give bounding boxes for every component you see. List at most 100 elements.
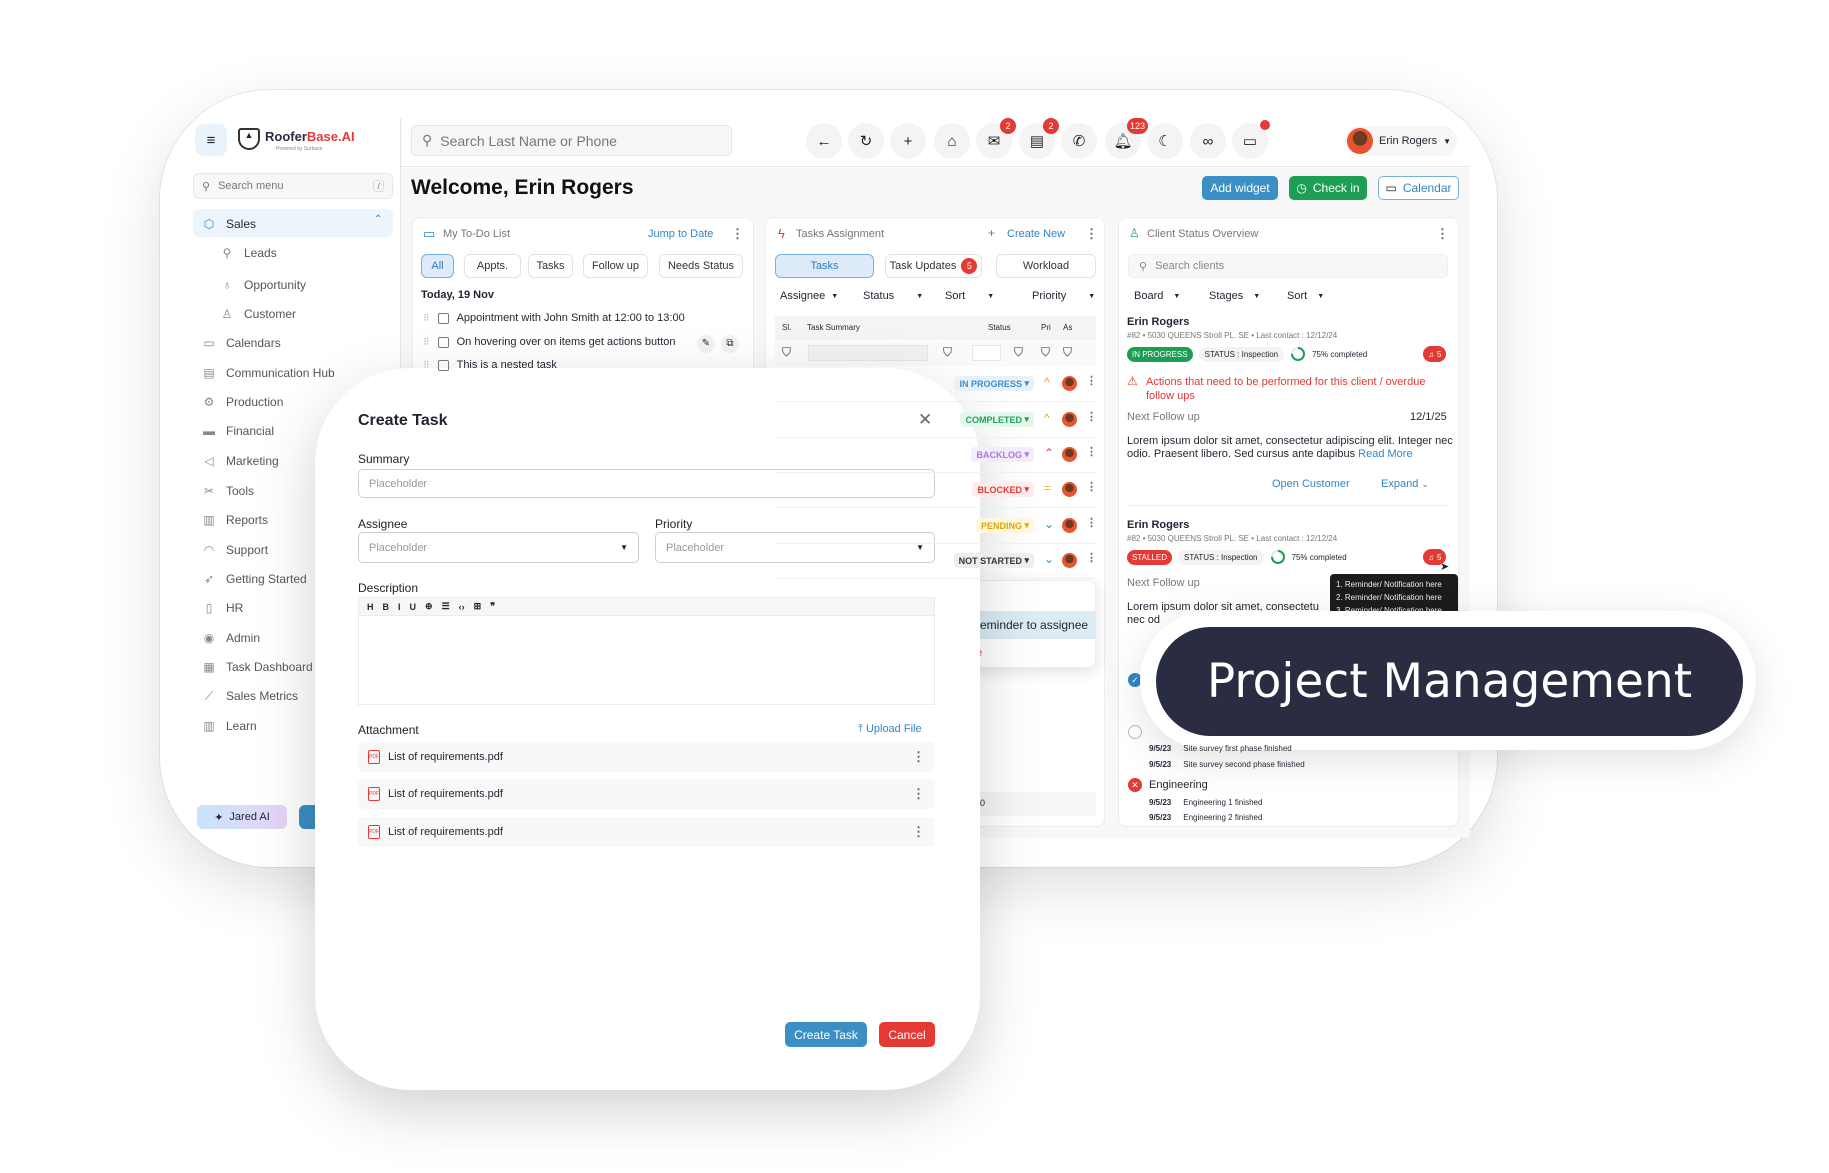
sidebar-item-tools[interactable]: ✂ Tools xyxy=(202,481,254,501)
heading-icon[interactable]: H xyxy=(367,602,374,612)
drag-handle-icon[interactable]: ⠿ xyxy=(423,337,430,348)
home-button[interactable]: ⌂ xyxy=(934,123,970,159)
summary-filter-input[interactable] xyxy=(808,345,928,361)
status-dropdown[interactable]: IN PROGRESS ▾ xyxy=(954,376,1034,391)
sidebar-item-getting-started[interactable]: ➶ Getting Started xyxy=(202,569,307,589)
attachment-item[interactable]: PDF List of requirements.pdf ⋮ xyxy=(358,817,935,847)
glasses-button[interactable]: ∞ xyxy=(1190,123,1226,159)
status-dropdown[interactable]: BLOCKED ▾ xyxy=(972,482,1034,497)
alerts-badge[interactable]: ♫ 5 xyxy=(1423,549,1447,565)
add-widget-button[interactable]: Add widget xyxy=(1202,176,1278,200)
read-more-link[interactable]: Read More xyxy=(1358,448,1412,460)
phone-button[interactable]: ✆ xyxy=(1061,123,1097,159)
more-icon[interactable]: ⋮ xyxy=(1436,226,1449,242)
filter-chip[interactable]: Needs Status xyxy=(659,254,743,278)
more-icon[interactable]: ⋮ xyxy=(1086,410,1097,423)
more-icon[interactable]: ⋮ xyxy=(912,786,925,802)
filter-icon[interactable]: ⛉ xyxy=(943,345,952,360)
more-icon[interactable]: ⋮ xyxy=(1086,374,1097,387)
check-in-button[interactable]: ◷ Check in xyxy=(1289,176,1367,200)
menu-toggle-icon[interactable]: ≡ xyxy=(195,124,227,156)
status-dropdown[interactable]: COMPLETED ▾ xyxy=(960,412,1034,427)
link-icon[interactable]: ⊕ xyxy=(425,601,433,612)
assignee-select[interactable]: Placeholder ▼ xyxy=(358,532,639,563)
sidebar-item-production[interactable]: ⚙ Production xyxy=(202,392,284,412)
sidebar-item-opportunity[interactable]: ♁ Opportunity xyxy=(220,275,307,295)
sidebar-item-sales-metrics[interactable]: ⟋ Sales Metrics xyxy=(202,686,298,706)
global-search-input[interactable]: ⚲ Search Last Name or Phone xyxy=(411,125,732,156)
open-external-icon[interactable]: ⧉ xyxy=(721,335,739,353)
status-dropdown[interactable]: NOT STARTED ▾ xyxy=(953,553,1034,568)
sidebar-item-sales[interactable]: ⬡ Sales xyxy=(202,214,256,234)
more-icon[interactable]: ⋮ xyxy=(912,824,925,840)
more-icon[interactable]: ⋮ xyxy=(912,749,925,765)
edit-icon[interactable]: ✎ xyxy=(697,335,715,353)
filter-icon[interactable]: ⛉ xyxy=(1014,345,1023,360)
filter-chip[interactable]: All xyxy=(421,254,454,278)
sidebar-item-hr[interactable]: ▯ HR xyxy=(202,598,244,618)
client-search-input[interactable]: ⚲ Search clients xyxy=(1128,254,1448,278)
filter-dropdown[interactable]: Board ▼ xyxy=(1134,290,1180,302)
moon-button[interactable]: ☾ xyxy=(1147,123,1183,159)
sidebar-item-customer[interactable]: ♙ Customer xyxy=(220,304,296,324)
filter-dropdown[interactable]: Assignee ▼ xyxy=(780,290,838,302)
upload-file-button[interactable]: ⤒ Upload File xyxy=(858,723,922,736)
todo-item[interactable]: ⠿ On hovering over on items get actions b… xyxy=(423,336,676,348)
more-icon[interactable]: ⋮ xyxy=(1086,516,1097,529)
drag-handle-icon[interactable]: ⠿ xyxy=(423,313,430,324)
filter-dropdown[interactable]: Priority ▼ xyxy=(1032,290,1095,302)
more-icon[interactable]: ⋮ xyxy=(1086,445,1097,458)
todo-item[interactable]: ⠿ Appointment with John Smith at 12:00 to… xyxy=(423,312,685,324)
filter-dropdown[interactable]: Status ▼ xyxy=(863,290,923,302)
todo-item[interactable]: ⠿ This is a nested task xyxy=(423,359,557,371)
drag-handle-icon[interactable]: ⠿ xyxy=(423,360,430,371)
status-filter-input[interactable] xyxy=(972,345,1001,361)
checkbox[interactable] xyxy=(437,336,449,348)
create-new-link[interactable]: Create New xyxy=(1007,228,1065,240)
back-button[interactable]: ← xyxy=(806,123,842,159)
checkbox[interactable] xyxy=(437,312,449,324)
sidebar-item-reports[interactable]: ▥ Reports xyxy=(202,510,268,530)
more-icon[interactable]: ⋮ xyxy=(1086,551,1097,564)
jump-to-date-link[interactable]: Jump to Date xyxy=(648,228,713,240)
user-menu[interactable]: Erin Rogers ▼ xyxy=(1345,126,1457,156)
create-task-button[interactable]: Create Task xyxy=(785,1022,867,1047)
checkbox[interactable] xyxy=(437,359,449,371)
cancel-button[interactable]: Cancel xyxy=(879,1022,935,1047)
expand-button[interactable]: Expand ⌄ xyxy=(1381,478,1429,490)
filter-chip[interactable]: Follow up xyxy=(583,254,648,278)
client-name[interactable]: Erin Rogers xyxy=(1127,316,1189,328)
sidebar-item-financial[interactable]: ▬ Financial xyxy=(202,421,274,441)
alerts-badge[interactable]: ♫ 5 xyxy=(1423,346,1447,362)
tab-task-updates[interactable]: Task Updates 5 xyxy=(885,254,982,278)
sidebar-item-learn[interactable]: ▥ Learn xyxy=(202,716,256,736)
quote-icon[interactable]: ❞ xyxy=(490,601,495,612)
client-name[interactable]: Erin Rogers xyxy=(1127,519,1189,531)
refresh-button[interactable]: ↻ xyxy=(848,123,884,159)
sidebar-item-task-dashboard[interactable]: ▦ Task Dashboard xyxy=(202,657,312,677)
sidebar-item-marketing[interactable]: ◁ Marketing xyxy=(202,451,278,471)
tab-tasks[interactable]: Tasks xyxy=(775,254,874,278)
calendar-button[interactable]: ▭ Calendar xyxy=(1378,176,1459,200)
open-customer-link[interactable]: Open Customer xyxy=(1272,478,1350,490)
filter-dropdown[interactable]: Sort ▼ xyxy=(945,290,994,302)
attachment-item[interactable]: PDF List of requirements.pdf ⋮ xyxy=(358,742,935,772)
filter-icon[interactable]: ⛉ xyxy=(782,345,791,360)
jared-ai-button[interactable]: ✦ Jared AI xyxy=(197,805,287,829)
sidebar-search-input[interactable]: ⚲ Search menu / xyxy=(193,173,393,199)
underline-icon[interactable]: U xyxy=(410,602,417,612)
filter-dropdown[interactable]: Stages ▼ xyxy=(1209,290,1260,302)
attachment-item[interactable]: PDF List of requirements.pdf ⋮ xyxy=(358,779,935,809)
filter-chip[interactable]: Tasks xyxy=(528,254,573,278)
bold-icon[interactable]: B xyxy=(383,602,390,612)
filter-icon[interactable]: ⛉ xyxy=(1063,345,1072,360)
sidebar-item-communication-hub[interactable]: ▤ Communication Hub xyxy=(202,363,334,383)
list-icon[interactable]: ☰ xyxy=(442,601,450,612)
code-icon[interactable]: ‹› xyxy=(459,602,465,612)
sidebar-item-leads[interactable]: ⚲ Leads xyxy=(220,243,277,263)
add-button[interactable]: + xyxy=(890,123,926,159)
filter-chip[interactable]: Appts. xyxy=(464,254,521,278)
sidebar-item-admin[interactable]: ◉ Admin xyxy=(202,628,260,648)
more-icon[interactable]: ⋮ xyxy=(731,226,744,242)
sidebar-item-support[interactable]: ◠ Support xyxy=(202,540,268,560)
